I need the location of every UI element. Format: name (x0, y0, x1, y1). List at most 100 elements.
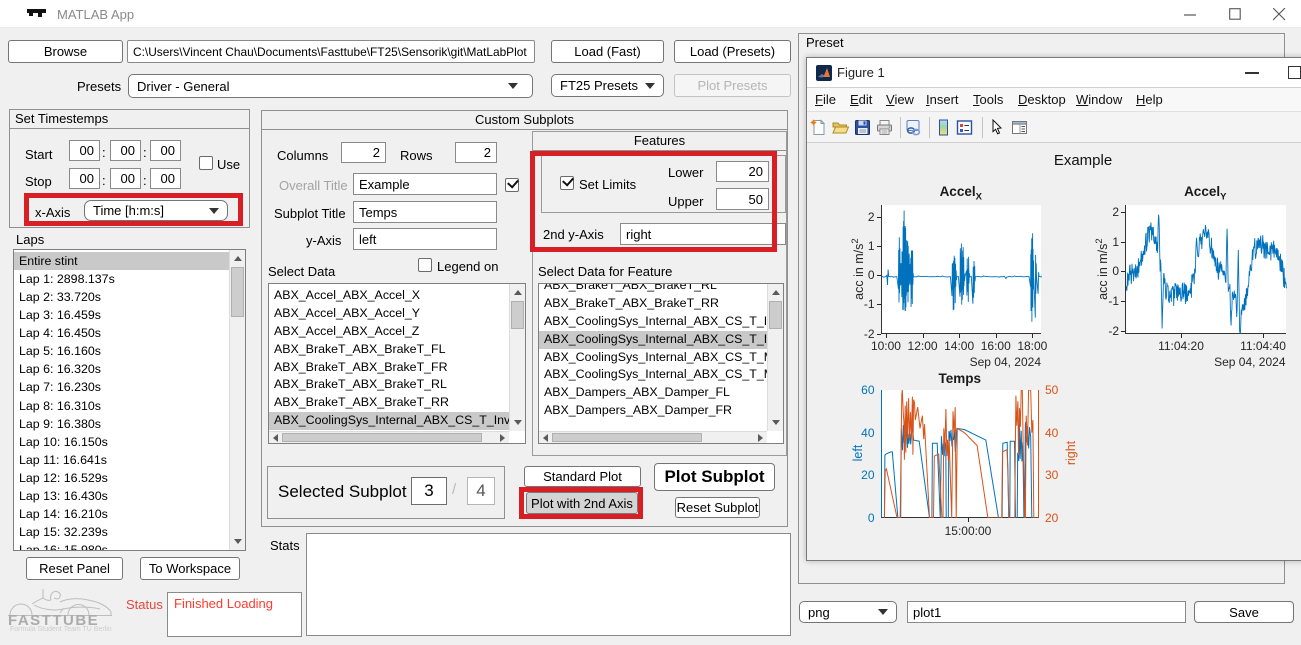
close-button[interactable] (1257, 0, 1301, 28)
stop-second-field[interactable]: 00 (150, 168, 181, 189)
maximize-button[interactable] (1213, 0, 1257, 28)
scroll-right-icon[interactable] (758, 434, 763, 442)
feature-data-item[interactable]: ABX_BrakeT_ABX_BrakeT_RL (539, 283, 767, 295)
select-data-vscrollbar[interactable] (509, 284, 525, 431)
lap-list-item[interactable]: Lap 3: 16.459s (14, 306, 229, 324)
scrollbar-thumb[interactable] (552, 433, 702, 442)
scroll-right-icon[interactable] (500, 434, 505, 442)
reset-panel-button[interactable]: Reset Panel (26, 557, 123, 580)
feature-data-item[interactable]: ABX_Dampers_ABX_Damper_FR (539, 402, 767, 420)
lap-list-item[interactable]: Lap 14: 16.210s (14, 505, 229, 523)
feature-data-item[interactable]: ABX_BrakeT_ABX_BrakeT_RR (539, 295, 767, 313)
scroll-down-icon[interactable] (514, 420, 522, 425)
lap-list-item[interactable]: Lap 7: 16.230s (14, 378, 229, 396)
select-data-item[interactable]: ABX_Accel_ABX_Accel_Y (269, 305, 509, 323)
path-field[interactable]: C:\Users\Vincent Chau\Documents\Fasttube… (127, 40, 535, 63)
feature-data-item[interactable]: ABX_CoolingSys_Internal_ABX_CS_T_MoL (539, 349, 767, 367)
lap-list-item[interactable]: Lap 15: 32.239s (14, 523, 229, 541)
lap-list-item[interactable]: Lap 1: 2898.137s (14, 270, 229, 288)
standard-plot-button[interactable]: Standard Plot (524, 466, 641, 487)
menu-view[interactable]: View (886, 92, 914, 107)
browse-button[interactable]: Browse (8, 40, 123, 63)
lap-list-item[interactable]: Lap 8: 16.310s (14, 397, 229, 415)
set-limits-checkbox[interactable] (560, 176, 574, 190)
second-y-axis-field[interactable]: right (620, 223, 786, 245)
lap-list-item[interactable]: Lap 4: 16.450s (14, 324, 229, 342)
print-figure-icon[interactable] (876, 119, 893, 136)
menu-window[interactable]: Window (1076, 92, 1122, 107)
lap-list-item[interactable]: Lap 2: 33.720s (14, 288, 229, 306)
load-fast-button[interactable]: Load (Fast) (551, 40, 664, 63)
menu-edit[interactable]: Edit (850, 92, 872, 107)
scrollbar-thumb[interactable] (511, 301, 524, 329)
feature-data-vscrollbar[interactable] (767, 284, 783, 431)
select-data-item[interactable]: ABX_BrakeT_ABX_BrakeT_RL (269, 376, 509, 394)
lap-list-item[interactable]: Lap 12: 16.529s (14, 469, 229, 487)
select-data-hscrollbar[interactable] (269, 431, 509, 443)
overall-title-field[interactable]: Example (353, 173, 497, 195)
load-presets-button[interactable]: Load (Presets) (674, 40, 791, 63)
plot-with-2nd-axis-button[interactable]: Plot with 2nd Axis (526, 492, 638, 514)
scrollbar-thumb[interactable] (231, 267, 244, 317)
select-data-item[interactable]: ABX_Accel_ABX_Accel_Z (269, 323, 509, 341)
scroll-up-icon[interactable] (772, 290, 780, 295)
menu-tools[interactable]: Tools (973, 92, 1003, 107)
property-inspector-icon[interactable] (1011, 119, 1028, 136)
start-hour-field[interactable]: 00 (69, 140, 100, 161)
rows-field[interactable]: 2 (455, 142, 497, 163)
scroll-up-icon[interactable] (514, 290, 522, 295)
figure-minimize-icon[interactable] (1245, 72, 1259, 74)
overall-title-checkbox[interactable] (505, 178, 519, 192)
menu-file[interactable]: File (815, 92, 836, 107)
legend-checkbox[interactable] (418, 258, 432, 272)
lap-list-item[interactable]: Lap 11: 16.641s (14, 451, 229, 469)
selected-subplot-current-field[interactable]: 3 (411, 477, 447, 505)
minimize-button[interactable] (1168, 0, 1212, 28)
select-data-item[interactable]: ABX_CoolingSys_Internal_ABX_CS_T_InvL (269, 412, 509, 430)
insert-legend-icon[interactable] (956, 119, 973, 136)
feature-data-listbox[interactable]: ABX_BrakeT_ABX_BrakeT_RLABX_BrakeT_ABX_B… (538, 283, 784, 444)
select-data-item[interactable]: ABX_BrakeT_ABX_BrakeT_RR (269, 394, 509, 412)
lap-list-item[interactable]: Lap 16: 15.980s (14, 541, 229, 550)
link-plot-icon[interactable] (905, 119, 922, 136)
scroll-left-icon[interactable] (273, 434, 278, 442)
lower-field[interactable]: 20 (716, 161, 769, 182)
save-button[interactable]: Save (1194, 601, 1294, 623)
feature-data-item[interactable]: ABX_CoolingSys_Internal_ABX_CS_T_MoR (539, 366, 767, 384)
menu-insert[interactable]: Insert (926, 92, 959, 107)
feature-data-item[interactable]: ABX_CoolingSys_Internal_ABX_CS_T_InvR (539, 331, 767, 349)
to-workspace-button[interactable]: To Workspace (140, 557, 240, 580)
y-axis-field[interactable]: left (353, 228, 497, 250)
reset-subplot-button[interactable]: Reset Subplot (675, 497, 760, 518)
insert-colorbar-icon[interactable] (935, 119, 952, 136)
format-dropdown[interactable]: png (799, 601, 897, 623)
x-axis-dropdown[interactable]: Time [h:m:s] (84, 200, 228, 221)
lap-list-item[interactable]: Entire stint (14, 252, 229, 270)
lap-list-item[interactable]: Lap 9: 16.380s (14, 415, 229, 433)
edit-plot-icon[interactable] (989, 119, 1006, 136)
save-figure-icon[interactable] (854, 119, 871, 136)
lap-list-item[interactable]: Lap 6: 16.320s (14, 360, 229, 378)
stop-minute-field[interactable]: 00 (110, 168, 141, 189)
select-data-listbox[interactable]: ABX_Accel_ABX_Accel_XABX_Accel_ABX_Accel… (268, 283, 526, 444)
ft25-presets-dropdown[interactable]: FT25 Presets (551, 74, 664, 97)
menu-desktop[interactable]: Desktop (1018, 92, 1066, 107)
preset-dropdown[interactable]: Driver - General (128, 74, 533, 98)
plot-subplot-button[interactable]: Plot Subplot (654, 463, 775, 491)
stop-hour-field[interactable]: 00 (69, 168, 100, 189)
columns-field[interactable]: 2 (341, 142, 386, 163)
start-second-field[interactable]: 00 (150, 140, 181, 161)
scroll-down-icon[interactable] (772, 420, 780, 425)
upper-field[interactable]: 50 (716, 188, 769, 210)
use-checkbox[interactable] (199, 156, 213, 170)
laps-listbox[interactable]: Entire stintLap 1: 2898.137sLap 2: 33.72… (13, 249, 246, 551)
filename-field[interactable]: plot1 (907, 601, 1186, 623)
new-figure-icon[interactable] (810, 119, 827, 136)
laps-scrollbar[interactable] (229, 250, 245, 550)
figure-maximize-icon[interactable] (1288, 66, 1301, 79)
select-data-item[interactable]: ABX_Accel_ABX_Accel_X (269, 287, 509, 305)
subplot-title-field[interactable]: Temps (353, 201, 497, 223)
lap-list-item[interactable]: Lap 10: 16.150s (14, 433, 229, 451)
scroll-up-icon[interactable] (234, 256, 242, 261)
feature-data-item[interactable]: ABX_CoolingSys_Internal_ABX_CS_T_InvL (539, 313, 767, 331)
